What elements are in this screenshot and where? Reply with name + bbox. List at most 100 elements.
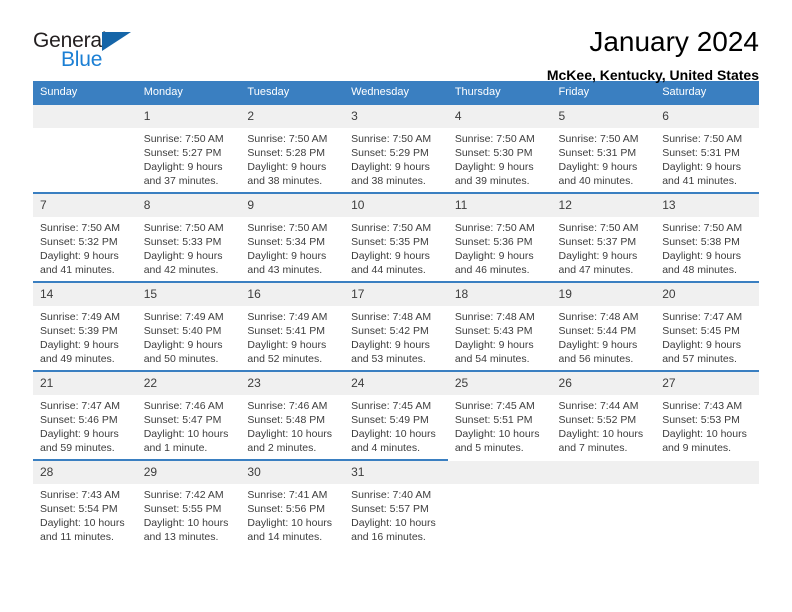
logo-text-blue: Blue xyxy=(61,48,103,71)
day-number: 2 xyxy=(240,105,345,128)
weekday-header-wednesday: Wednesday xyxy=(344,81,448,104)
calendar-cell-inner: 10 Sunrise: 7:50 AM Sunset: 5:35 PM Dayligh… xyxy=(344,194,448,281)
calendar-day-cell[interactable]: 25 Sunrise: 7:45 AM Sunset: 5:51 PM Dayligh… xyxy=(447,370,552,460)
day-info: Sunrise: 7:44 AM Sunset: 5:52 PM Daylight:… xyxy=(552,395,656,455)
day-sunrise-text: Sunrise: 7:46 AM xyxy=(143,400,224,412)
day-daylight-text: Daylight: 10 hours xyxy=(247,517,333,529)
calendar-day-cell[interactable]: 15 Sunrise: 7:49 AM Sunset: 5:40 PM Dayligh… xyxy=(136,281,241,371)
calendar-day-cell[interactable]: 19 Sunrise: 7:48 AM Sunset: 5:44 PM Dayligh… xyxy=(551,281,656,371)
day-sunrise-text: Sunrise: 7:47 AM xyxy=(662,311,743,323)
day-sunset-text: Sunset: 5:57 PM xyxy=(351,503,429,515)
calendar-cell-inner: 25 Sunrise: 7:45 AM Sunset: 5:51 PM Dayligh… xyxy=(447,372,552,459)
day-info: Sunrise: 7:49 AM Sunset: 5:41 PM Daylight:… xyxy=(240,306,344,366)
logo-triangle-icon xyxy=(102,32,131,51)
calendar-day-cell[interactable]: 8 Sunrise: 7:50 AM Sunset: 5:33 PM Daylight… xyxy=(136,192,241,282)
day-sunrise-text: Sunrise: 7:43 AM xyxy=(40,489,120,501)
calendar-cell-inner: 14 Sunrise: 7:49 AM Sunset: 5:39 PM Dayligh… xyxy=(33,283,137,370)
day-sunset-text: Sunset: 5:27 PM xyxy=(143,147,222,159)
day-daylight-text: and 14 minutes. xyxy=(247,531,323,543)
calendar-day-cell[interactable]: 22 Sunrise: 7:46 AM Sunset: 5:47 PM Dayligh… xyxy=(136,370,241,460)
calendar-cell-inner: 19 Sunrise: 7:48 AM Sunset: 5:44 PM Dayligh… xyxy=(551,283,656,370)
day-daylight-text: Daylight: 9 hours xyxy=(558,161,638,173)
day-daylight-text: Daylight: 9 hours xyxy=(351,339,430,351)
day-sunrise-text: Sunrise: 7:49 AM xyxy=(143,311,224,323)
page-subtitle: McKee, Kentucky, United States xyxy=(546,67,759,83)
calendar-page: General Blue January 2024 McKee, Kentuck… xyxy=(0,0,792,612)
day-daylight-text: and 2 minutes. xyxy=(247,442,317,454)
calendar-day-cell[interactable]: 24 Sunrise: 7:45 AM Sunset: 5:49 PM Dayligh… xyxy=(344,370,448,460)
day-info: Sunrise: 7:46 AM Sunset: 5:47 PM Daylight:… xyxy=(137,395,241,455)
day-daylight-text: Daylight: 9 hours xyxy=(454,339,534,351)
day-sunset-text: Sunset: 5:34 PM xyxy=(247,236,326,248)
day-sunset-text: Sunset: 5:30 PM xyxy=(454,147,533,159)
day-sunrise-text: Sunrise: 7:50 AM xyxy=(454,222,535,234)
day-number: 28 xyxy=(33,461,137,484)
calendar-week-row: 7 Sunrise: 7:50 AM Sunset: 5:32 PM Daylight… xyxy=(33,192,759,282)
calendar-day-cell[interactable]: 28 Sunrise: 7:43 AM Sunset: 5:54 PM Dayligh… xyxy=(33,459,137,549)
calendar-day-cell[interactable]: 31 Sunrise: 7:40 AM Sunset: 5:57 PM Dayligh… xyxy=(344,459,448,549)
day-info: Sunrise: 7:50 AM Sunset: 5:38 PM Daylight:… xyxy=(655,217,759,277)
day-number: 31 xyxy=(344,461,448,484)
day-info: Sunrise: 7:46 AM Sunset: 5:48 PM Daylight:… xyxy=(240,395,344,455)
day-sunrise-text: Sunrise: 7:50 AM xyxy=(351,133,432,145)
calendar-cell-inner: 12 Sunrise: 7:50 AM Sunset: 5:37 PM Dayligh… xyxy=(551,194,656,281)
day-number: 29 xyxy=(136,461,241,484)
calendar-day-cell[interactable]: 17 Sunrise: 7:48 AM Sunset: 5:42 PM Dayligh… xyxy=(344,281,448,371)
day-daylight-text: and 53 minutes. xyxy=(351,353,426,365)
logo-text-general: General xyxy=(33,29,107,52)
calendar-cell-inner: 6 Sunrise: 7:50 AM Sunset: 5:31 PM Daylight… xyxy=(655,105,759,192)
day-sunset-text: Sunset: 5:33 PM xyxy=(143,236,222,248)
calendar-day-cell[interactable]: 10 Sunrise: 7:50 AM Sunset: 5:35 PM Dayligh… xyxy=(344,192,448,282)
calendar-day-cell[interactable]: 6 Sunrise: 7:50 AM Sunset: 5:31 PM Daylight… xyxy=(655,103,759,193)
day-number: 9 xyxy=(240,194,345,217)
day-daylight-text: and 44 minutes. xyxy=(351,264,426,276)
day-daylight-text: Daylight: 10 hours xyxy=(454,428,540,440)
general-blue-logo[interactable]: General Blue xyxy=(33,24,153,71)
day-sunrise-text: Sunrise: 7:48 AM xyxy=(351,311,432,323)
calendar-day-cell[interactable]: 26 Sunrise: 7:44 AM Sunset: 5:52 PM Dayligh… xyxy=(551,370,656,460)
weekday-header-monday: Monday xyxy=(136,81,241,104)
day-daylight-text: Daylight: 9 hours xyxy=(351,250,430,262)
day-sunrise-text: Sunrise: 7:50 AM xyxy=(143,133,224,145)
day-daylight-text: and 56 minutes. xyxy=(558,353,634,365)
calendar-day-cell[interactable]: 4 Sunrise: 7:50 AM Sunset: 5:30 PM Daylight… xyxy=(447,103,552,193)
calendar-day-cell[interactable]: 12 Sunrise: 7:50 AM Sunset: 5:37 PM Dayligh… xyxy=(551,192,656,282)
day-sunrise-text: Sunrise: 7:50 AM xyxy=(662,133,743,145)
calendar-day-cell[interactable]: 9 Sunrise: 7:50 AM Sunset: 5:34 PM Daylight… xyxy=(240,192,345,282)
calendar-day-cell[interactable]: 1 Sunrise: 7:50 AM Sunset: 5:27 PM Daylight… xyxy=(136,103,241,193)
calendar-day-cell[interactable]: 16 Sunrise: 7:49 AM Sunset: 5:41 PM Dayligh… xyxy=(240,281,345,371)
day-daylight-text: Daylight: 9 hours xyxy=(558,339,638,351)
day-sunrise-text: Sunrise: 7:43 AM xyxy=(662,400,743,412)
calendar-day-cell[interactable]: 2 Sunrise: 7:50 AM Sunset: 5:28 PM Daylight… xyxy=(240,103,345,193)
calendar-cell-inner: 23 Sunrise: 7:46 AM Sunset: 5:48 PM Dayligh… xyxy=(240,372,345,459)
day-sunrise-text: Sunrise: 7:42 AM xyxy=(143,489,224,501)
calendar-day-cell[interactable]: 3 Sunrise: 7:50 AM Sunset: 5:29 PM Daylight… xyxy=(344,103,448,193)
day-sunrise-text: Sunrise: 7:50 AM xyxy=(558,222,639,234)
calendar-day-cell[interactable]: 14 Sunrise: 7:49 AM Sunset: 5:39 PM Dayligh… xyxy=(33,281,137,371)
calendar-day-cell[interactable]: 7 Sunrise: 7:50 AM Sunset: 5:32 PM Daylight… xyxy=(33,192,137,282)
day-sunset-text: Sunset: 5:29 PM xyxy=(351,147,429,159)
day-sunset-text: Sunset: 5:38 PM xyxy=(662,236,740,248)
calendar-day-cell[interactable]: 21 Sunrise: 7:47 AM Sunset: 5:46 PM Dayligh… xyxy=(33,370,137,460)
day-info: Sunrise: 7:40 AM Sunset: 5:57 PM Daylight:… xyxy=(344,484,448,544)
day-info: Sunrise: 7:50 AM Sunset: 5:29 PM Daylight:… xyxy=(344,128,448,188)
calendar-day-cell[interactable]: 11 Sunrise: 7:50 AM Sunset: 5:36 PM Dayligh… xyxy=(447,192,552,282)
calendar-day-cell[interactable]: 18 Sunrise: 7:48 AM Sunset: 5:43 PM Dayligh… xyxy=(447,281,552,371)
calendar-day-cell[interactable]: 23 Sunrise: 7:46 AM Sunset: 5:48 PM Dayligh… xyxy=(240,370,345,460)
day-number: 1 xyxy=(136,105,241,128)
calendar-day-cell[interactable]: 20 Sunrise: 7:47 AM Sunset: 5:45 PM Dayligh… xyxy=(655,281,759,371)
day-info: Sunrise: 7:48 AM Sunset: 5:43 PM Daylight:… xyxy=(448,306,552,366)
calendar-day-cell[interactable]: 29 Sunrise: 7:42 AM Sunset: 5:55 PM Dayligh… xyxy=(136,459,241,549)
day-sunrise-text: Sunrise: 7:44 AM xyxy=(558,400,639,412)
day-daylight-text: Daylight: 10 hours xyxy=(558,428,644,440)
day-sunrise-text: Sunrise: 7:46 AM xyxy=(247,400,328,412)
day-sunrise-text: Sunrise: 7:48 AM xyxy=(454,311,535,323)
calendar-day-cell[interactable]: 5 Sunrise: 7:50 AM Sunset: 5:31 PM Daylight… xyxy=(551,103,656,193)
calendar-day-cell[interactable]: 13 Sunrise: 7:50 AM Sunset: 5:38 PM Dayligh… xyxy=(655,192,759,282)
day-daylight-text: and 43 minutes. xyxy=(247,264,323,276)
calendar-day-cell[interactable]: 27 Sunrise: 7:43 AM Sunset: 5:53 PM Dayligh… xyxy=(655,370,759,460)
calendar-day-cell[interactable]: 30 Sunrise: 7:41 AM Sunset: 5:56 PM Dayligh… xyxy=(240,459,345,549)
day-number: 5 xyxy=(551,105,656,128)
day-info: Sunrise: 7:50 AM Sunset: 5:35 PM Daylight:… xyxy=(344,217,448,277)
day-info: Sunrise: 7:48 AM Sunset: 5:44 PM Daylight:… xyxy=(552,306,656,366)
